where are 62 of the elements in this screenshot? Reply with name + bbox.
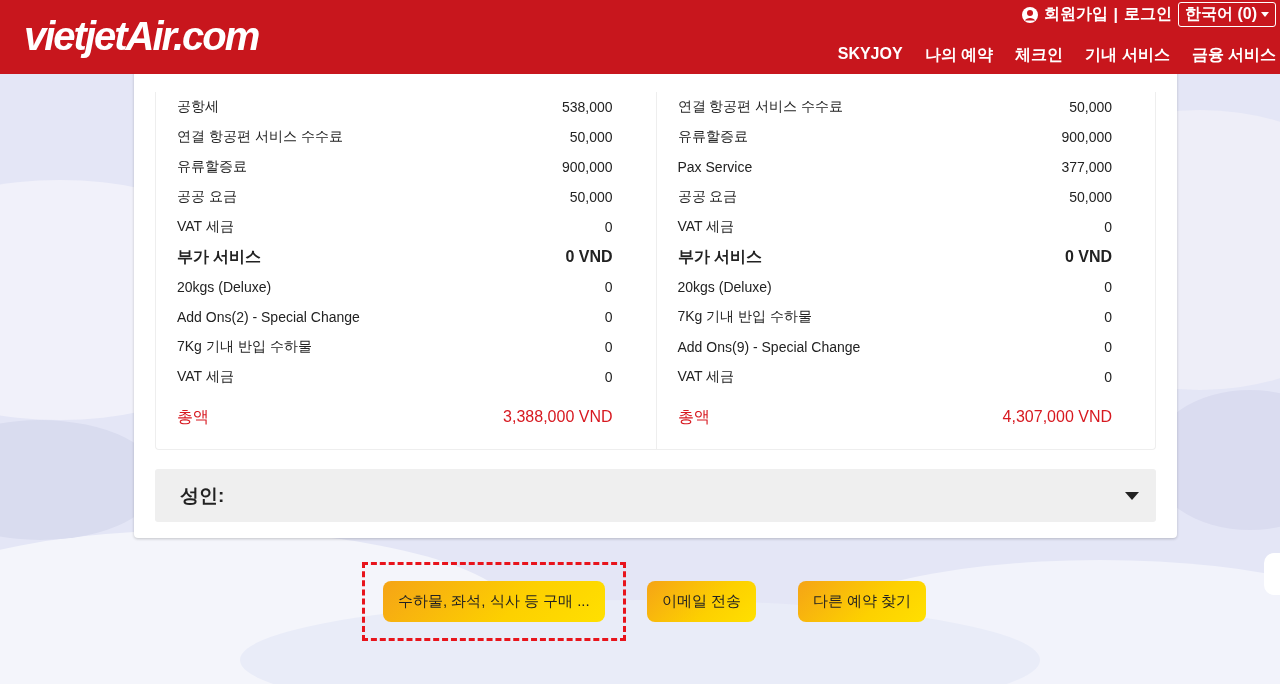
caret-icon: [1125, 491, 1139, 500]
fare-amount: 0: [1104, 339, 1112, 355]
fare-amount: 900,000: [561, 159, 613, 175]
fare-amount: 3,388,000 VND: [503, 408, 613, 426]
action-button[interactable]: 수하물, 좌석, 식사 등 구매 ...: [383, 581, 605, 622]
passenger-accordion[interactable]: 성인:: [155, 469, 1156, 522]
nav-link[interactable]: 기내 서비스: [1085, 45, 1170, 66]
fare-label: 공공 요금: [677, 188, 738, 206]
fare-amount: 377,000: [1061, 159, 1112, 175]
fare-label: VAT 세금: [177, 368, 234, 386]
fare-label: 부가 서비스: [677, 246, 762, 267]
fare-label: VAT 세금: [677, 368, 735, 386]
fare-amount: 0: [604, 369, 613, 385]
action-button[interactable]: 이메일 전송: [646, 581, 756, 622]
fare-amount: 0: [604, 339, 613, 355]
fare-label: 총액: [177, 406, 209, 427]
fare-amount: 0: [1104, 279, 1112, 295]
fare-label: 총액: [677, 406, 710, 427]
fare-label: VAT 세금: [177, 218, 234, 236]
logo[interactable]: vietjetAir.com: [0, 0, 259, 74]
fare-amount: 900,000: [1061, 129, 1112, 145]
fare-label: 공항세: [177, 98, 219, 116]
fare-label: 유류할증료: [677, 128, 748, 146]
fare-amount: 0: [604, 219, 613, 235]
fare-label: 20kgs (Deluxe): [177, 279, 272, 295]
fare-amount: 0: [1104, 369, 1112, 385]
account-link[interactable]: 로그인: [1124, 4, 1172, 25]
side-tab[interactable]: [1264, 553, 1280, 595]
fare-label: 7Kg 기내 반입 수하물: [177, 338, 312, 356]
caret-icon: [1261, 12, 1269, 17]
fare-amount: 0 VND: [565, 248, 613, 266]
fare-label: 20kgs (Deluxe): [677, 279, 772, 295]
fare-label: 연결 항공편 서비스 수수료: [677, 98, 844, 116]
separator: |: [1113, 5, 1118, 24]
nav-link[interactable]: 체크인: [1015, 45, 1064, 66]
action-button[interactable]: 다른 예약 찾기: [797, 581, 927, 622]
language-dropdown[interactable]: 한국어 (0): [1178, 2, 1276, 27]
fare-amount: 0 VND: [1064, 248, 1112, 266]
fare-amount: 0: [604, 309, 613, 325]
fare-label: 7Kg 기내 반입 수하물: [677, 308, 813, 326]
fare-amount: 50,000: [569, 129, 613, 145]
nav-link[interactable]: SKYJOY: [837, 45, 903, 66]
fare-label: 연결 항공편 서비스 수수료: [177, 128, 343, 146]
fare-amount: 50,000: [1069, 99, 1112, 115]
fare-amount: 0: [1104, 309, 1112, 325]
fare-label: Add Ons(2) - Special Change: [177, 309, 360, 325]
fare-amount: 0: [604, 279, 613, 295]
fare-amount: 538,000: [561, 99, 613, 115]
fare-label: Add Ons(9) - Special Change: [677, 339, 861, 355]
fare-label: 공공 요금: [177, 188, 237, 206]
fare-label: 유류할증료: [177, 158, 247, 176]
fare-label: Pax Service: [677, 159, 753, 175]
account-link[interactable]: 회원가입: [1043, 4, 1108, 25]
fare-amount: 50,000: [569, 189, 613, 205]
nav-link[interactable]: 금융 서비스: [1191, 45, 1276, 66]
fare-amount: 50,000: [1069, 189, 1112, 205]
nav-link[interactable]: 나의 예약: [924, 45, 994, 66]
fare-label: 부가 서비스: [177, 246, 262, 267]
fare-amount: 0: [1104, 219, 1112, 235]
fare-amount: 4,307,000 VND: [1002, 408, 1112, 426]
user-icon: [1021, 6, 1038, 23]
fare-label: VAT 세금: [677, 218, 735, 236]
